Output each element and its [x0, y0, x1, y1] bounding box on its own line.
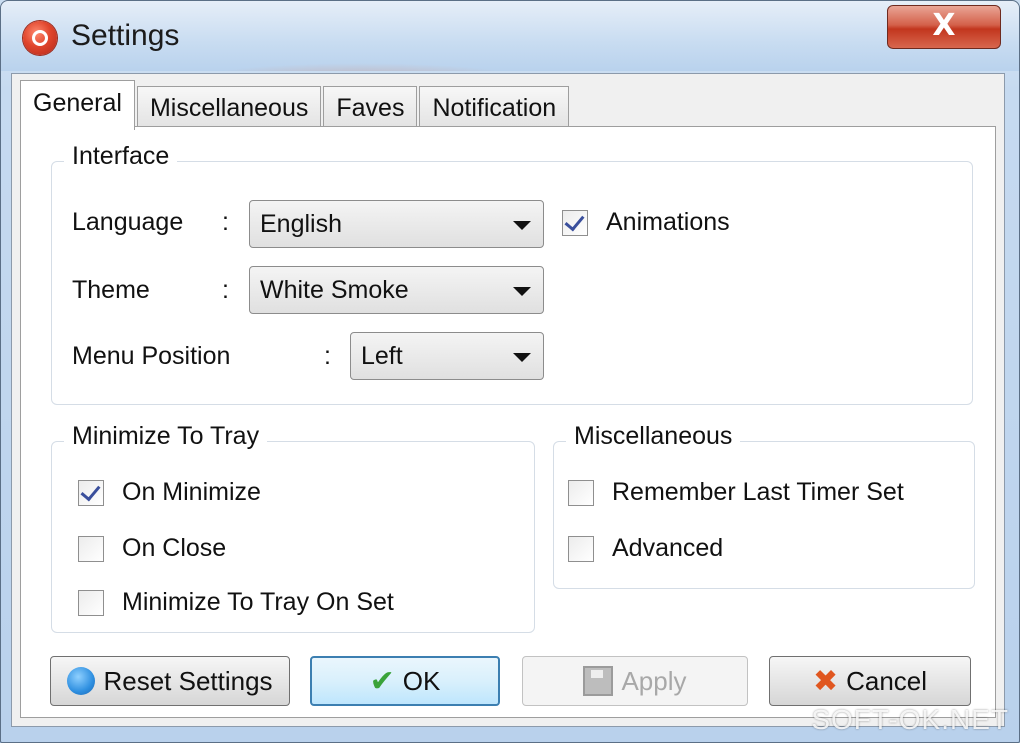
menu-position-separator: : [324, 342, 331, 370]
minimize-on-set-checkbox[interactable] [78, 589, 104, 616]
dialog-client: General Miscellaneous Faves Notification… [11, 73, 1005, 727]
menu-position-label: Menu Position [72, 342, 231, 370]
apply-label: Apply [621, 665, 687, 696]
tab-miscellaneous[interactable]: Miscellaneous [136, 86, 322, 128]
cancel-label: Cancel [846, 665, 928, 696]
save-disk-icon [583, 666, 614, 696]
interface-group-title: Interface [64, 142, 178, 171]
remember-timer-option[interactable]: Remember Last Timer Set [568, 478, 904, 507]
tab-general[interactable]: General [20, 80, 135, 130]
title-bar[interactable]: Settings X [1, 1, 1019, 71]
menu-position-value: Left [361, 342, 403, 370]
language-separator: : [222, 208, 229, 236]
general-tab-page: Interface Language : English Animations … [20, 126, 996, 718]
minimize-on-set-option[interactable]: Minimize To Tray On Set [78, 588, 394, 617]
on-close-option[interactable]: On Close [78, 534, 226, 563]
cancel-x-icon: ✖ [812, 663, 839, 699]
advanced-option[interactable]: Advanced [568, 534, 723, 563]
theme-value: White Smoke [260, 276, 409, 304]
animations-option[interactable]: Animations [562, 208, 730, 237]
on-close-label: On Close [122, 534, 227, 562]
language-select[interactable]: English [249, 200, 544, 248]
miscellaneous-group: Miscellaneous Remember Last Timer Set Ad… [553, 422, 975, 589]
menu-position-select[interactable]: Left [350, 332, 544, 380]
minimize-on-set-label: Minimize To Tray On Set [122, 588, 394, 616]
tab-notification[interactable]: Notification [419, 86, 570, 128]
tab-faves[interactable]: Faves [323, 86, 418, 128]
refresh-icon [67, 667, 96, 695]
chevron-down-icon [513, 287, 531, 296]
remember-timer-checkbox[interactable] [568, 479, 594, 506]
theme-select[interactable]: White Smoke [249, 266, 544, 314]
apply-button[interactable]: Apply [522, 656, 748, 706]
interface-group: Interface Language : English Animations … [51, 142, 973, 405]
on-minimize-checkbox[interactable] [78, 479, 104, 506]
minimize-to-tray-group: Minimize To Tray On Minimize On Close Mi… [51, 422, 535, 633]
remember-timer-label: Remember Last Timer Set [612, 478, 904, 506]
animations-checkbox[interactable] [562, 209, 588, 236]
ok-label: OK [402, 665, 441, 696]
settings-window: Settings X General Miscellaneous Faves N… [0, 0, 1020, 743]
advanced-checkbox[interactable] [568, 535, 594, 562]
language-value: English [260, 210, 342, 238]
on-minimize-option[interactable]: On Minimize [78, 478, 261, 507]
on-minimize-label: On Minimize [122, 478, 261, 506]
watermark: SOFT-OK.NET [811, 704, 1009, 735]
reset-settings-button[interactable]: Reset Settings [50, 656, 290, 706]
misc-group-title: Miscellaneous [566, 422, 741, 451]
close-button[interactable]: X [887, 5, 1001, 49]
animations-label: Animations [606, 208, 730, 236]
checkmark-icon: ✔ [369, 663, 395, 699]
advanced-label: Advanced [612, 534, 724, 562]
ok-button[interactable]: ✔ OK [310, 656, 500, 706]
window-title: Settings [71, 19, 180, 52]
cancel-button[interactable]: ✖ Cancel [769, 656, 971, 706]
chevron-down-icon [513, 353, 531, 362]
app-power-icon [23, 21, 57, 55]
chevron-down-icon [513, 221, 531, 230]
language-label: Language [72, 208, 184, 236]
tray-group-title: Minimize To Tray [64, 422, 268, 451]
reset-settings-label: Reset Settings [103, 665, 273, 696]
theme-separator: : [222, 276, 229, 304]
theme-label: Theme [72, 276, 150, 304]
tab-strip: General Miscellaneous Faves Notification [20, 80, 571, 130]
on-close-checkbox[interactable] [78, 535, 104, 562]
